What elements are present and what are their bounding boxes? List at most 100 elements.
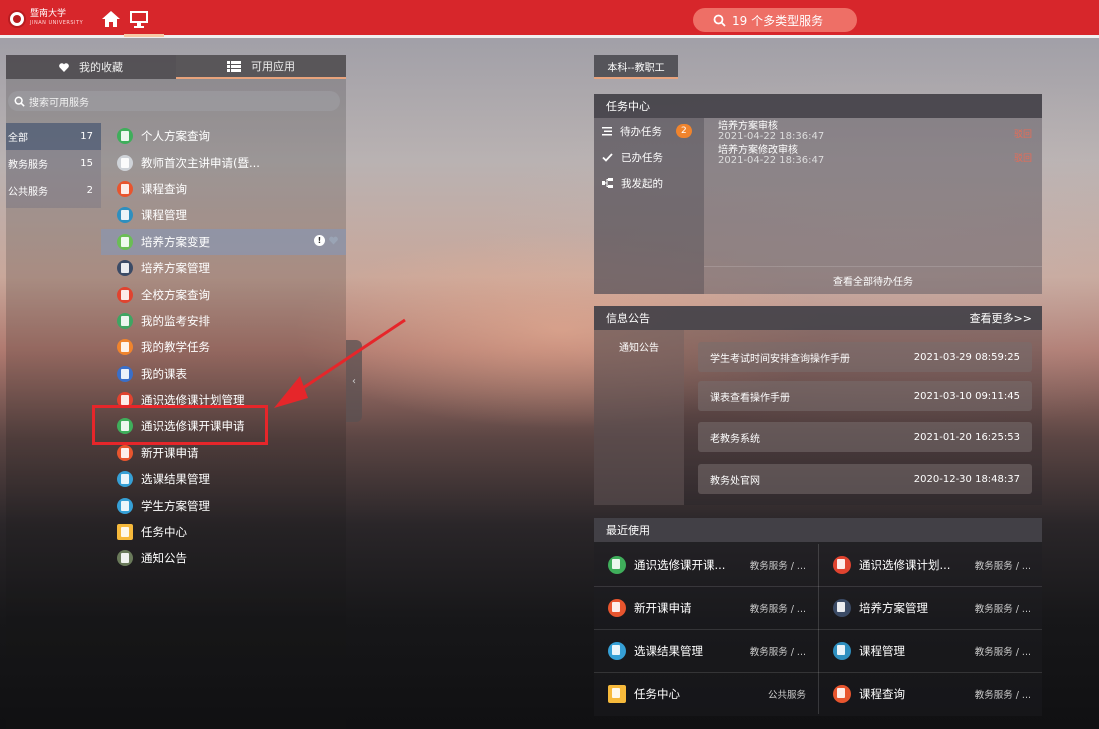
university-logo[interactable]: 暨南大学 JINAN UNIVERSITY [8, 9, 88, 29]
task-menu-pending[interactable]: 待办任务 2 [594, 118, 704, 144]
heart-icon [59, 62, 69, 72]
task-center-title: 任务中心 [606, 100, 650, 113]
notice-row-date: 2021-01-20 16:25:53 [913, 431, 1020, 443]
category-item-public[interactable]: 公共服务 2 [6, 177, 101, 204]
reject-link[interactable]: 驳回 [1014, 127, 1032, 140]
recent-item[interactable]: 课程查询 教务服务 / ... [819, 673, 1041, 715]
app-search-input[interactable]: 搜索可用服务 [8, 91, 340, 111]
divider [594, 586, 1042, 587]
app-label: 任务中心 [141, 525, 187, 540]
app-item[interactable]: 任务中心 [101, 519, 346, 545]
app-item[interactable]: 个人方案查询 [101, 123, 346, 149]
notice-row-title: 老教务系统 [710, 433, 760, 445]
app-search-placeholder: 搜索可用服务 [29, 97, 89, 109]
view-more-link[interactable]: 查看更多>> [970, 310, 1032, 326]
home-icon[interactable] [100, 8, 122, 30]
recent-item[interactable]: 培养方案管理 教务服务 / ... [819, 587, 1041, 629]
collapse-panel-button[interactable]: ‹ [346, 340, 362, 422]
notice-card: 信息公告 查看更多>> 通知公告 学生考试时间安排查询操作手册 2021-03-… [594, 306, 1042, 505]
recent-item[interactable]: 通识选修课计划... 教务服务 / ... [819, 544, 1041, 586]
task-menu-done[interactable]: 已办任务 [594, 144, 704, 170]
notice-row-date: 2021-03-10 09:11:45 [913, 390, 1020, 402]
category-item-academic[interactable]: 教务服务 15 [6, 150, 101, 177]
app-item[interactable]: 学生方案管理 [101, 492, 346, 518]
app-item[interactable]: 我的监考安排 [101, 308, 346, 334]
app-item[interactable]: 培养方案变更! [101, 228, 346, 255]
role-tab-label: 本科--教职工 [607, 62, 665, 74]
tab-available-apps-label: 可用应用 [251, 60, 295, 73]
notice-category[interactable]: 通知公告 [594, 330, 684, 354]
desktop-icon[interactable] [128, 8, 150, 30]
logo-title: 暨南大学 [30, 9, 67, 19]
service-search-button[interactable]: 19 个多类型服务 [693, 8, 857, 32]
app-label: 通知公告 [141, 551, 187, 566]
app-icon [117, 444, 133, 461]
notice-category-column: 通知公告 [594, 330, 684, 505]
favorite-heart-icon[interactable] [329, 236, 338, 245]
recent-item-label: 通识选修课开课... [634, 558, 726, 572]
app-icon [117, 286, 133, 303]
app-panel: 我的收藏 可用应用 搜索可用服务 全部 17 教务服务 15 公共服务 2 个人… [6, 55, 346, 729]
recent-item[interactable]: 通识选修课开课... 教务服务 / ... [594, 544, 816, 586]
recent-item-label: 培养方案管理 [859, 601, 928, 615]
app-icon [608, 642, 626, 660]
task-time: 2021-04-22 18:36:47 [718, 155, 825, 166]
info-icon[interactable]: ! [314, 234, 325, 246]
divider [594, 629, 1042, 630]
app-icon [608, 556, 626, 574]
role-tab[interactable]: 本科--教职工 [594, 55, 678, 79]
recent-item-category: 教务服务 / ... [974, 690, 1031, 701]
app-icon [117, 550, 133, 567]
task-item[interactable]: 培养方案审核 2021-04-22 18:36:47 驳回 [704, 121, 1042, 142]
app-icon [117, 260, 133, 277]
task-menu-initiated[interactable]: 我发起的 [594, 170, 704, 196]
app-icon [117, 180, 133, 197]
notice-title: 信息公告 [606, 312, 650, 325]
notice-row-title: 课表查看操作手册 [710, 392, 790, 404]
app-icon [117, 207, 133, 224]
category-label: 全部 [8, 133, 28, 144]
notice-row-date: 2021-03-29 08:59:25 [913, 351, 1020, 363]
app-item[interactable]: 全校方案查询 [101, 281, 346, 307]
tab-available-apps[interactable]: 可用应用 [176, 55, 346, 79]
task-center-card: 任务中心 待办任务 2 已办任务 我发起的 培养方案审核 2021-04-22 … [594, 94, 1042, 294]
search-icon [713, 14, 726, 27]
app-item[interactable]: 课程查询 [101, 176, 346, 202]
list-icon [227, 60, 241, 72]
app-item[interactable]: 我的课表 [101, 361, 346, 387]
app-item[interactable]: 课程管理 [101, 202, 346, 228]
recent-item-category: 教务服务 / ... [749, 561, 806, 572]
notice-row[interactable]: 教务处官网 2020-12-30 18:48:37 [698, 464, 1032, 494]
category-label: 教务服务 [8, 160, 48, 171]
recent-item-category: 教务服务 / ... [749, 604, 806, 615]
recent-item[interactable]: 新开课申请 教务服务 / ... [594, 587, 816, 629]
recent-item[interactable]: 选课结果管理 教务服务 / ... [594, 630, 816, 672]
check-icon [602, 152, 613, 162]
app-icon [117, 365, 133, 382]
category-item-all[interactable]: 全部 17 [6, 123, 101, 150]
task-menu: 待办任务 2 已办任务 我发起的 [594, 118, 704, 294]
recent-item[interactable]: 任务中心 公共服务 [594, 673, 816, 715]
recent-item-category: 教务服务 / ... [749, 647, 806, 658]
app-item[interactable]: 教师首次主讲申请(暨... [101, 149, 346, 175]
app-label: 课程查询 [141, 181, 187, 196]
app-item[interactable]: 通知公告 [101, 545, 346, 571]
view-all-tasks-link[interactable]: 查看全部待办任务 [704, 266, 1042, 294]
app-item[interactable]: 选课结果管理 [101, 466, 346, 492]
recent-item[interactable]: 课程管理 教务服务 / ... [819, 630, 1041, 672]
tab-favorites[interactable]: 我的收藏 [6, 55, 176, 79]
app-item[interactable]: 培养方案管理 [101, 255, 346, 281]
app-icon [117, 128, 133, 145]
notice-row-title: 教务处官网 [710, 475, 760, 487]
annotation-highlight-box [92, 405, 268, 445]
task-item[interactable]: 培养方案修改审核 2021-04-22 18:36:47 驳回 [704, 145, 1042, 166]
notice-row[interactable]: 学生考试时间安排查询操作手册 2021-03-29 08:59:25 [698, 342, 1032, 372]
recent-item-label: 任务中心 [634, 687, 680, 701]
service-count-label: 19 个多类型服务 [732, 13, 824, 28]
notice-row[interactable]: 老教务系统 2021-01-20 16:25:53 [698, 422, 1032, 452]
search-icon [14, 96, 25, 107]
app-label: 学生方案管理 [141, 498, 210, 513]
notice-row[interactable]: 课表查看操作手册 2021-03-10 09:11:45 [698, 381, 1032, 411]
reject-link[interactable]: 驳回 [1014, 151, 1032, 164]
app-item[interactable]: 我的教学任务 [101, 334, 346, 360]
